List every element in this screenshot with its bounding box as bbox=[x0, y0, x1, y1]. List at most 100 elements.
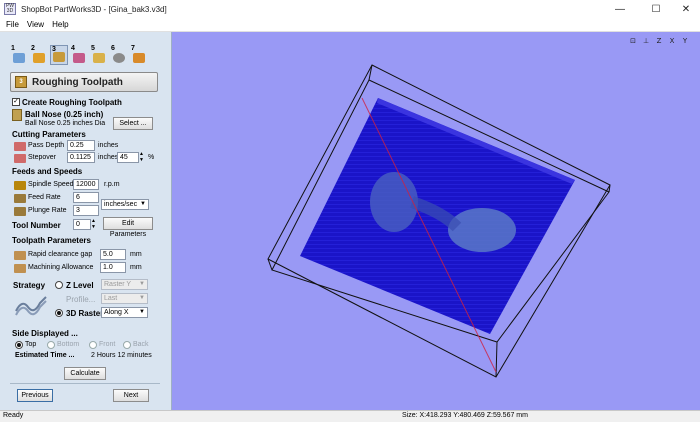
chevron-down-icon: ▼ bbox=[139, 295, 145, 301]
profile-select-value: Last bbox=[104, 295, 118, 302]
raster-direction-value: Along X bbox=[104, 309, 129, 316]
save-toolpath-icon bbox=[133, 53, 145, 63]
stepover-spinner-icon[interactable]: ▲ ▼ bbox=[139, 151, 144, 163]
tool-number-field[interactable]: 0 bbox=[73, 219, 91, 230]
side-displayed-header: Side Displayed ... bbox=[12, 329, 78, 338]
create-roughing-checkbox[interactable]: ✓ bbox=[12, 98, 20, 106]
3d-raster-radio[interactable] bbox=[55, 309, 63, 317]
step-7-button[interactable]: 7 bbox=[130, 45, 148, 65]
machining-allowance-unit: mm bbox=[130, 264, 142, 271]
previous-button[interactable]: Previous bbox=[17, 389, 53, 402]
window-title: ShopBot PartWorks3D - [Gina_bak3.v3d] bbox=[21, 4, 167, 14]
step-2-button[interactable]: 2 bbox=[30, 45, 48, 65]
zoom-fit-icon[interactable]: ⊡ bbox=[628, 36, 638, 46]
app-logo-icon: PW 3D bbox=[4, 3, 16, 15]
rapid-clearance-field[interactable]: 5.0 bbox=[100, 249, 126, 260]
step-number: 3 bbox=[52, 46, 56, 53]
spindle-speed-label: Spindle Speed bbox=[28, 181, 74, 188]
spindle-speed-field[interactable]: 12000 bbox=[73, 179, 99, 190]
plunge-rate-label: Plunge Rate bbox=[28, 207, 67, 214]
tool-name: Ball Nose (0.25 inch) bbox=[25, 110, 104, 119]
spindle-icon bbox=[14, 181, 26, 190]
side-back-label: Back bbox=[133, 341, 149, 348]
zlevel-select-value: Raster Y bbox=[104, 281, 132, 288]
plunge-rate-icon bbox=[14, 207, 26, 216]
step-3-button[interactable]: 3 bbox=[50, 45, 68, 65]
calculate-button[interactable]: Calculate bbox=[64, 367, 106, 380]
side-back-radio[interactable] bbox=[123, 341, 131, 349]
stepover-icon bbox=[14, 154, 26, 163]
create-roughing-label: Create Roughing Toolpath bbox=[22, 98, 122, 107]
stepover-unit: inches bbox=[98, 154, 119, 161]
step-number: 7 bbox=[131, 45, 135, 52]
feed-rate-field[interactable]: 6 bbox=[73, 192, 99, 203]
roughing-icon: 3 bbox=[15, 76, 27, 88]
chevron-down-icon: ▼ bbox=[139, 281, 145, 287]
rapid-clearance-icon bbox=[14, 251, 26, 260]
raster-direction-select[interactable]: Along X ▼ bbox=[101, 307, 148, 318]
rate-unit-select[interactable]: inches/sec ▼ bbox=[101, 199, 149, 210]
side-front-label: Front bbox=[99, 341, 116, 348]
stepover-percent-field[interactable]: 45 bbox=[117, 152, 139, 163]
machining-allowance-field[interactable]: 1.0 bbox=[100, 262, 126, 273]
zlevel-radio[interactable] bbox=[55, 281, 63, 289]
estimated-time-label: Estimated Time ... bbox=[15, 352, 75, 359]
model-size-readout: Size: X:418.293 Y:480.469 Z:59.567 mm bbox=[402, 412, 528, 419]
view-x-icon[interactable]: X bbox=[667, 36, 677, 46]
tool-number-spinner-icon[interactable]: ▲ ▼ bbox=[91, 218, 96, 230]
select-tool-button[interactable]: Select ... bbox=[113, 117, 153, 130]
chevron-down-icon: ▼ bbox=[139, 309, 145, 315]
side-top-label: Top bbox=[25, 341, 37, 348]
stepover-label: Stepover bbox=[28, 154, 57, 161]
menu-view[interactable]: View bbox=[27, 20, 44, 29]
close-button[interactable]: ✕ bbox=[672, 0, 700, 18]
step-1-button[interactable]: 1 bbox=[10, 45, 28, 65]
roughing-icon bbox=[53, 52, 65, 62]
roughing-toolpath-header[interactable]: 3 Roughing Toolpath bbox=[10, 72, 158, 92]
zlevel-label: Z Level bbox=[66, 281, 94, 290]
view-iso-icon[interactable]: ⊥ bbox=[641, 36, 651, 46]
rate-unit-value: inches/sec bbox=[104, 201, 138, 208]
pass-depth-field[interactable]: 0.25 bbox=[67, 140, 95, 151]
estimated-time-value: 2 Hours 12 minutes bbox=[91, 352, 152, 359]
edit-parameters-button[interactable]: Edit Parameters bbox=[103, 217, 153, 238]
step-4-button[interactable]: 4 bbox=[70, 45, 88, 65]
preview-icon bbox=[113, 53, 125, 63]
tool-number-label: Tool Number bbox=[12, 221, 61, 230]
ball-nose-tool-icon bbox=[12, 109, 22, 121]
plunge-rate-field[interactable]: 3 bbox=[73, 205, 99, 216]
status-bar: Ready Size: X:418.293 Y:480.469 Z:59.567… bbox=[0, 410, 700, 422]
step-6-button[interactable]: 6 bbox=[110, 45, 128, 65]
model-icon bbox=[13, 53, 25, 63]
spindle-speed-unit: r.p.m bbox=[104, 181, 120, 188]
cutout-icon bbox=[93, 53, 105, 63]
feeds-speeds-header: Feeds and Speeds bbox=[12, 167, 83, 176]
view-z-icon[interactable]: Z bbox=[654, 36, 664, 46]
stepover-field[interactable]: 0.1125 bbox=[67, 152, 95, 163]
menu-bar: File View Help bbox=[0, 18, 700, 32]
side-top-radio[interactable] bbox=[15, 341, 23, 349]
step-5-button[interactable]: 5 bbox=[90, 45, 108, 65]
step-number: 6 bbox=[111, 45, 115, 52]
toolpath-parameters-header: Toolpath Parameters bbox=[12, 236, 91, 245]
side-bottom-radio[interactable] bbox=[47, 341, 55, 349]
profile-label: Profile... bbox=[66, 295, 96, 304]
side-bottom-label: Bottom bbox=[57, 341, 80, 348]
panel-divider bbox=[10, 383, 160, 384]
menu-help[interactable]: Help bbox=[52, 20, 68, 29]
status-text: Ready bbox=[3, 412, 24, 419]
side-front-radio[interactable] bbox=[89, 341, 97, 349]
next-button[interactable]: Next bbox=[113, 389, 149, 402]
zlevel-select[interactable]: Raster Y ▼ bbox=[101, 279, 148, 290]
maximize-button[interactable]: ☐ bbox=[642, 0, 670, 18]
minimize-button[interactable]: — bbox=[606, 0, 634, 18]
relief-feature-right bbox=[448, 208, 516, 252]
menu-file[interactable]: File bbox=[6, 20, 19, 29]
pass-depth-label: Pass Depth bbox=[28, 142, 65, 149]
view-y-icon[interactable]: Y bbox=[680, 36, 690, 46]
profile-select[interactable]: Last ▼ bbox=[101, 293, 148, 304]
feed-rate-label: Feed Rate bbox=[28, 194, 61, 201]
3d-viewport[interactable]: ⊡ ⊥ Z X Y bbox=[172, 32, 700, 410]
chevron-down-icon: ▼ bbox=[140, 201, 146, 207]
3d-raster-label: 3D Raster bbox=[66, 309, 104, 318]
